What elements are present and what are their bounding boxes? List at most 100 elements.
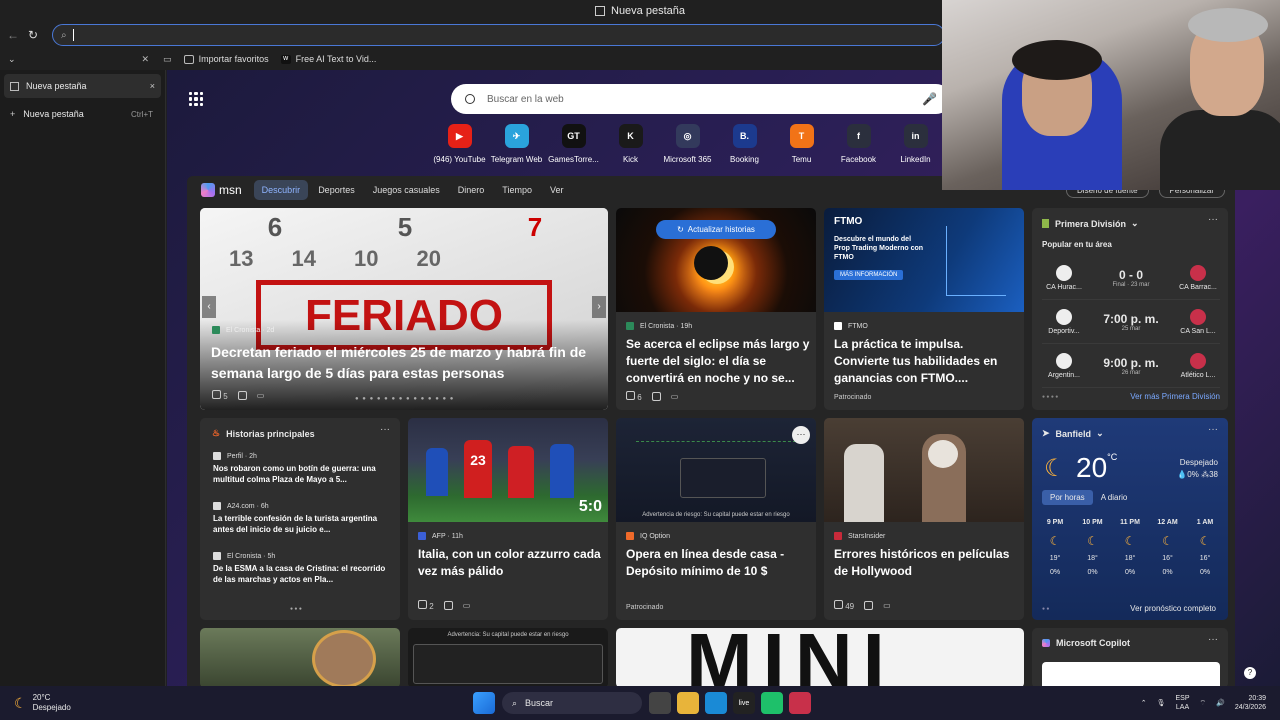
mic-icon[interactable]: 🎙: [1157, 699, 1166, 707]
windows-start-icon[interactable]: [473, 692, 495, 714]
new-tab-button[interactable]: + Nueva pestaña Ctrl+T: [4, 102, 161, 126]
tab-descubrir[interactable]: Descubrir: [253, 180, 309, 200]
chevron-left-icon[interactable]: ‹: [202, 296, 216, 318]
chevron-right-icon[interactable]: ›: [592, 296, 606, 318]
more-options-icon[interactable]: ···: [1208, 214, 1218, 225]
ftmo-ad-card[interactable]: FTMO Descubre el mundo del Prop Trading …: [824, 208, 1024, 410]
like-icon[interactable]: 49: [834, 600, 854, 611]
like-icon[interactable]: 2: [418, 600, 434, 611]
dislike-icon[interactable]: [443, 601, 453, 610]
web-search-input[interactable]: Buscar en la web 🎤: [451, 84, 951, 114]
hero-card[interactable]: 657 13 14 10 20 FERIADO El Cronista · 2d De…: [200, 208, 608, 410]
msn-logo[interactable]: msn: [201, 183, 242, 197]
quicklink-7[interactable]: f Facebook: [830, 124, 887, 164]
app-launcher-icon[interactable]: [189, 92, 203, 106]
mini-card[interactable]: MINI: [616, 628, 1024, 686]
quicklink-0[interactable]: ▶ (946) YouTube: [431, 124, 488, 164]
more-options-icon[interactable]: ···: [1208, 424, 1218, 435]
carousel-dots[interactable]: ● ● ●: [290, 606, 302, 612]
comment-icon[interactable]: ▭: [463, 601, 471, 610]
carousel-dots[interactable]: ● ● ● ●: [1042, 394, 1058, 400]
favorite-ai-video[interactable]: w Free AI Text to Vid...: [280, 54, 376, 64]
dislike-icon[interactable]: [651, 392, 661, 401]
comment-icon[interactable]: ▭: [883, 601, 891, 610]
tab-tiempo[interactable]: Tiempo: [494, 180, 540, 200]
red-app-icon[interactable]: [789, 692, 811, 714]
like-icon[interactable]: 6: [626, 391, 642, 402]
address-input[interactable]: ⌕: [52, 24, 945, 46]
comment-icon[interactable]: ▭: [257, 391, 265, 400]
quicklink-1[interactable]: ✈ Telegram Web: [488, 124, 545, 164]
quicklink-8[interactable]: in LinkedIn: [887, 124, 944, 164]
funeral-card[interactable]: [200, 628, 400, 686]
language-indicator[interactable]: ESP LAA: [1176, 694, 1190, 712]
iq-option-card[interactable]: Advertencia de riesgo: Su capital puede …: [616, 418, 816, 620]
wifi-icon[interactable]: ⌔: [1200, 699, 1207, 708]
more-options-icon[interactable]: ···: [1208, 634, 1218, 645]
more-options-icon[interactable]: ···: [380, 424, 390, 435]
eclipse-title[interactable]: Se acerca el eclipse más largo y fuerte …: [626, 336, 810, 388]
italia-title[interactable]: Italia, con un color azzurro cada vez má…: [418, 546, 602, 580]
weather-widget-icon[interactable]: ☾: [14, 695, 27, 712]
eclipse-card[interactable]: ↻ Actualizar historias El Cronista · 19h …: [616, 208, 816, 410]
close-icon[interactable]: ×: [150, 81, 155, 91]
task-view-icon[interactable]: [649, 692, 671, 714]
list-item[interactable]: Perfil · 2h Nos robaron como un botín de …: [213, 452, 391, 502]
italia-card[interactable]: 23 5:0 AFP · 11h Italia, con un color az…: [408, 418, 608, 620]
refresh-stories-button[interactable]: ↻ Actualizar historias: [656, 220, 776, 239]
chevron-down-icon[interactable]: ⌄: [8, 54, 16, 65]
dislike-icon[interactable]: [864, 601, 874, 610]
ftmo-title[interactable]: La práctica te impulsa. Convierte tus ha…: [834, 336, 1018, 387]
tab-daily[interactable]: A diario: [1093, 490, 1136, 505]
edge-icon[interactable]: [705, 692, 727, 714]
quicklink-5[interactable]: B. Booking: [716, 124, 773, 164]
pin-off-icon[interactable]: ✕: [142, 54, 150, 65]
green-app-icon[interactable]: [761, 692, 783, 714]
refresh-icon[interactable]: ↻: [26, 28, 40, 42]
iq-title[interactable]: Opera en línea desde casa - Depósito mín…: [626, 546, 810, 580]
hollywood-card[interactable]: StarsInsider Errores históricos en pelíc…: [824, 418, 1024, 620]
tab-dinero[interactable]: Dinero: [450, 180, 493, 200]
match-row[interactable]: Deportiv... 7:00 p. m. 25 mar CA San L...: [1042, 300, 1220, 344]
file-explorer-icon[interactable]: [677, 692, 699, 714]
chevron-up-icon[interactable]: ⌃: [1141, 699, 1147, 707]
live-app-icon[interactable]: live: [733, 692, 755, 714]
match-row[interactable]: Argentin... 9:00 p. m. 26 mar Atlético L...: [1042, 344, 1220, 388]
tab-ver[interactable]: Ver: [542, 180, 572, 200]
back-arrow-icon[interactable]: ←: [6, 28, 20, 42]
chevron-down-icon[interactable]: ⌄: [1131, 218, 1139, 229]
quicklink-4[interactable]: ◎ Microsoft 365: [659, 124, 716, 164]
taskbar-search[interactable]: ⌕ Buscar: [502, 692, 642, 714]
volume-icon[interactable]: 🔊: [1216, 699, 1225, 707]
quicklink-6[interactable]: T Temu: [773, 124, 830, 164]
more-options-icon[interactable]: ···: [792, 426, 810, 444]
tab-nueva-pestana[interactable]: Nueva pestaña ×: [4, 74, 161, 98]
full-forecast-link[interactable]: Ver pronóstico completo: [1130, 604, 1216, 613]
taskbar-weather[interactable]: 20°C Despejado: [33, 693, 71, 713]
more-league-link[interactable]: Ver más Primera División: [1130, 392, 1220, 401]
hollywood-title[interactable]: Errores históricos en películas de Holly…: [834, 546, 1018, 580]
favorites-bar: ⌄ ✕ ▭ Importar favoritos w Free AI Text t…: [0, 48, 945, 70]
carousel-dots[interactable]: ● ●: [1042, 606, 1049, 612]
tab-deportes[interactable]: Deportes: [310, 180, 363, 200]
chevron-down-icon[interactable]: ⌄: [1096, 428, 1104, 439]
hero-title[interactable]: Decretan feriado el miércoles 25 de marz…: [211, 342, 591, 384]
dislike-icon[interactable]: [237, 391, 247, 400]
collections-icon[interactable]: ▭: [163, 54, 172, 65]
microphone-icon[interactable]: 🎤: [922, 92, 937, 106]
trading-ad-card[interactable]: Advertencia: Su capital puede estar en r…: [408, 628, 608, 686]
list-item[interactable]: El Cronista · 5h De la ESMA a la casa de …: [213, 552, 391, 602]
ftmo-cta: MÁS INFORMACIÓN: [834, 270, 904, 280]
list-item[interactable]: A24.com · 6h La terrible confesión de la …: [213, 502, 391, 552]
tab-hourly[interactable]: Por horas: [1042, 490, 1093, 505]
comment-icon[interactable]: ▭: [671, 392, 679, 401]
clock[interactable]: 20:39 24/3/2026: [1235, 694, 1266, 712]
quicklink-3[interactable]: K Kick: [602, 124, 659, 164]
quicklink-2[interactable]: GT GamesTorre...: [545, 124, 602, 164]
help-icon[interactable]: ?: [1244, 667, 1256, 679]
favorite-import[interactable]: Importar favoritos: [183, 54, 269, 64]
tab-juegos[interactable]: Juegos casuales: [365, 180, 448, 200]
match-row[interactable]: CA Hurac... 0 - 0 Final · 23 mar CA Barrac.…: [1042, 256, 1220, 300]
like-icon[interactable]: 5: [212, 390, 228, 401]
carousel-dots[interactable]: ● ● ● ● ● ● ● ● ● ● ● ● ● ●: [355, 396, 454, 402]
